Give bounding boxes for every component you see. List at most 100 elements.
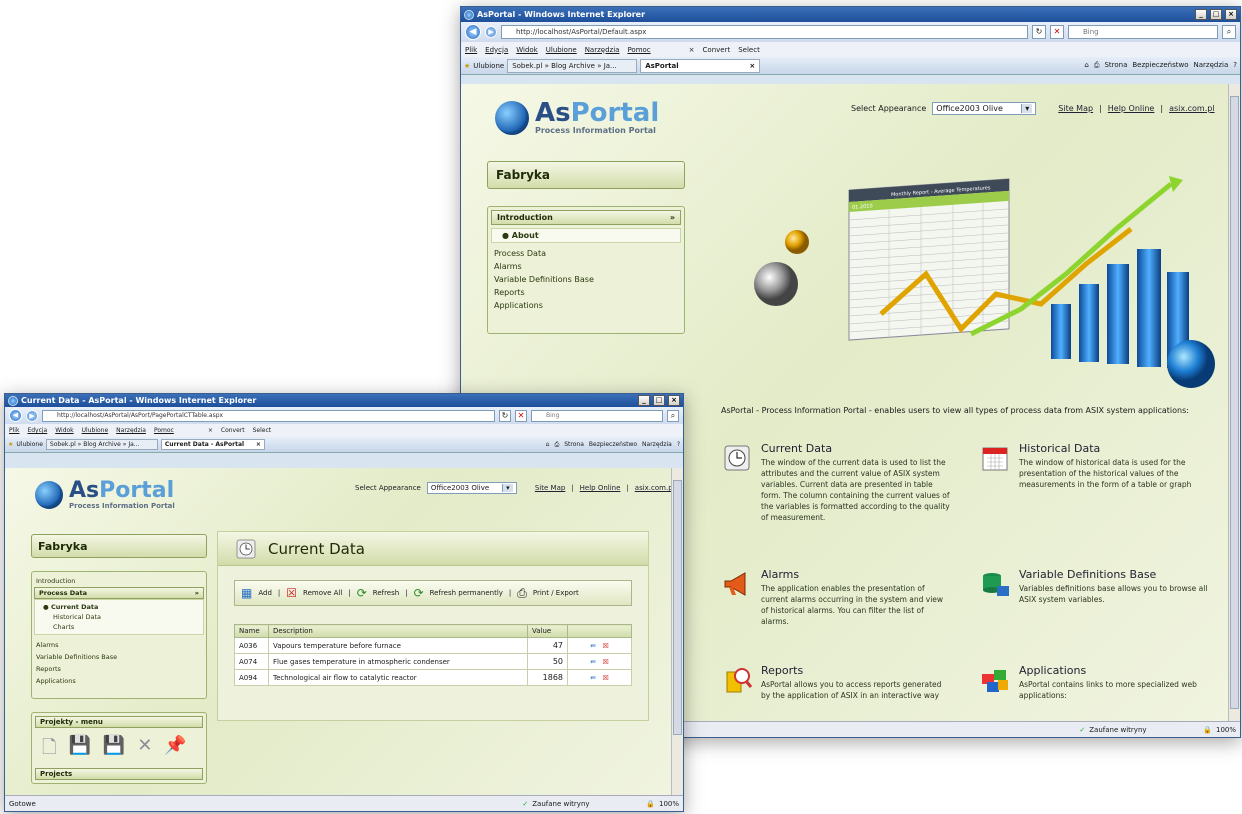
remove-row-icon[interactable]: ☒	[603, 642, 609, 650]
nav-item-reports[interactable]: Reports	[488, 286, 684, 299]
search-input[interactable]: Bing	[531, 409, 663, 422]
remove-row-icon[interactable]: ☒	[603, 674, 609, 682]
scroll-thumb[interactable]	[1230, 96, 1239, 709]
new-file-icon[interactable]: 🗋	[42, 735, 56, 765]
nav-item-introduction[interactable]: Introduction	[32, 575, 206, 587]
nav-sub-current-data[interactable]: ● Current Data	[35, 602, 203, 612]
nav-item-variable-definitions[interactable]: Variable Definitions Base	[488, 273, 684, 286]
back-icon[interactable]: ◀	[9, 409, 22, 422]
stop-icon[interactable]: ✕	[515, 409, 527, 422]
feature-historical-data[interactable]: Historical Data The window of historical …	[979, 442, 1209, 490]
menu-item-tools[interactable]: Narzędzia	[116, 427, 146, 434]
tool-safety[interactable]: Bezpieczeństwo	[589, 441, 637, 449]
close-button[interactable]: ×	[668, 395, 680, 406]
convert-button[interactable]: Convert	[703, 46, 731, 54]
col-name[interactable]: Name	[234, 624, 269, 638]
close-toolbar-icon[interactable]: ×	[208, 427, 213, 434]
nav-item-reports[interactable]: Reports	[32, 663, 206, 675]
nav-sub-historical-data[interactable]: Historical Data	[35, 612, 203, 622]
vertical-scrollbar[interactable]	[671, 468, 683, 795]
vertical-scrollbar[interactable]	[1228, 84, 1240, 721]
convert-button[interactable]: Convert	[221, 427, 245, 434]
print-icon[interactable]: ⎙	[1094, 61, 1100, 70]
site-map-link[interactable]: Site Map	[1058, 104, 1093, 113]
search-icon[interactable]: ⌕	[1222, 25, 1236, 39]
nav-header[interactable]: Introduction »	[491, 210, 681, 225]
tool-page[interactable]: Strona	[564, 441, 584, 449]
site-map-link[interactable]: Site Map	[535, 484, 565, 492]
nav-item-applications[interactable]: Applications	[32, 675, 206, 687]
asix-link[interactable]: asix.com.pl	[1169, 104, 1215, 113]
move-icon[interactable]: ⇚	[590, 658, 596, 666]
close-tab-icon[interactable]: ×	[256, 441, 261, 448]
scroll-thumb[interactable]	[673, 480, 682, 735]
col-value[interactable]: Value	[527, 624, 568, 638]
save-icon[interactable]: 💾	[68, 735, 90, 765]
close-toolbar-icon[interactable]: ×	[689, 46, 695, 54]
search-icon[interactable]: ⌕	[667, 409, 679, 422]
menu-item-edit[interactable]: Edycja	[485, 46, 508, 54]
move-icon[interactable]: ⇚	[590, 674, 596, 682]
nav-item-process-data[interactable]: Process Data	[488, 247, 684, 260]
stop-icon[interactable]: ✕	[1050, 25, 1064, 39]
close-tab-icon[interactable]: ×	[749, 62, 755, 70]
table-row[interactable]: A094 Technological air flow to catalytic…	[234, 669, 632, 686]
refresh-permanently-button[interactable]: Refresh permanently	[430, 589, 503, 597]
print-export-button[interactable]: Print / Export	[533, 589, 579, 597]
menu-item-help[interactable]: Pomoc	[627, 46, 650, 54]
zoom-text[interactable]: 100%	[659, 800, 679, 808]
nav-item-applications[interactable]: Applications	[488, 299, 684, 312]
help-icon[interactable]: ?	[677, 441, 680, 449]
nav-item-about[interactable]: ● About	[491, 228, 681, 243]
tool-tools[interactable]: Narzędzia	[642, 441, 672, 449]
col-description[interactable]: Description	[268, 624, 528, 638]
favorites-button[interactable]: Ulubione	[473, 62, 504, 70]
menu-item-view[interactable]: Widok	[516, 46, 538, 54]
forward-icon[interactable]: ▶	[485, 26, 497, 38]
nav-header[interactable]: Process Data »	[34, 587, 204, 599]
help-online-link[interactable]: Help Online	[1108, 104, 1155, 113]
maximize-button[interactable]: □	[653, 395, 665, 406]
refresh-icon[interactable]: ↻	[499, 409, 511, 422]
title-bar[interactable]: Current Data - AsPortal - Windows Intern…	[5, 394, 683, 407]
back-icon[interactable]: ◀	[465, 24, 481, 40]
feature-applications[interactable]: Applications AsPortal contains links to m…	[979, 664, 1209, 701]
search-input[interactable]: Bing	[1068, 25, 1218, 39]
home-icon[interactable]: ⌂	[546, 441, 550, 449]
print-icon[interactable]: ⎙	[554, 441, 559, 449]
nav-sub-charts[interactable]: Charts	[35, 622, 203, 632]
save-as-icon[interactable]: 💾	[103, 735, 125, 765]
move-icon[interactable]: ⇚	[590, 642, 596, 650]
tool-page[interactable]: Strona	[1104, 61, 1127, 70]
tab-current-data[interactable]: Current Data - AsPortal ×	[160, 439, 265, 450]
menu-item-favorites[interactable]: Ulubione	[82, 427, 109, 434]
title-bar[interactable]: AsPortal - Windows Internet Explorer _ □…	[461, 7, 1240, 22]
minimize-button[interactable]: _	[1195, 9, 1207, 20]
menu-item-favorites[interactable]: Ulubione	[546, 46, 577, 54]
feature-current-data[interactable]: Current Data The window of the current da…	[721, 442, 951, 523]
appearance-select[interactable]: Office2003 Olive ▾	[932, 102, 1037, 115]
menu-item-file[interactable]: Plik	[465, 46, 477, 54]
menu-item-view[interactable]: Widok	[55, 427, 73, 434]
close-button[interactable]: ×	[1225, 9, 1237, 20]
menu-item-edit[interactable]: Edycja	[27, 427, 47, 434]
url-field[interactable]: http://localhost/AsPortal/AsPort/PagePor…	[42, 409, 495, 422]
forward-icon[interactable]: ▶	[26, 409, 38, 422]
select-button[interactable]: Select	[738, 46, 760, 54]
zoom-text[interactable]: 100%	[1216, 726, 1236, 734]
nav-item-alarms[interactable]: Alarms	[488, 260, 684, 273]
feature-variable-definitions[interactable]: Variable Definitions Base Variables defin…	[979, 568, 1209, 605]
feature-reports[interactable]: Reports AsPortal allows you to access rep…	[721, 664, 951, 701]
pin-icon[interactable]: 📌	[164, 735, 186, 765]
table-row[interactable]: A036 Vapours temperature before furnace …	[234, 637, 632, 654]
remove-all-button[interactable]: Remove All	[303, 589, 342, 597]
tab-sobek[interactable]: Sobek.pl » Blog Archive » Ja...	[507, 58, 638, 73]
favorites-button[interactable]: Ulubione	[16, 441, 43, 448]
refresh-icon[interactable]: ↻	[1032, 25, 1046, 39]
url-field[interactable]: http://localhost/AsPortal/Default.aspx	[501, 25, 1028, 39]
tool-tools[interactable]: Narzędzia	[1194, 61, 1229, 70]
projects-header[interactable]: Projects	[35, 768, 203, 780]
feature-alarms[interactable]: Alarms The application enables the presen…	[721, 568, 951, 627]
refresh-button[interactable]: Refresh	[373, 589, 399, 597]
menu-item-tools[interactable]: Narzędzia	[585, 46, 620, 54]
